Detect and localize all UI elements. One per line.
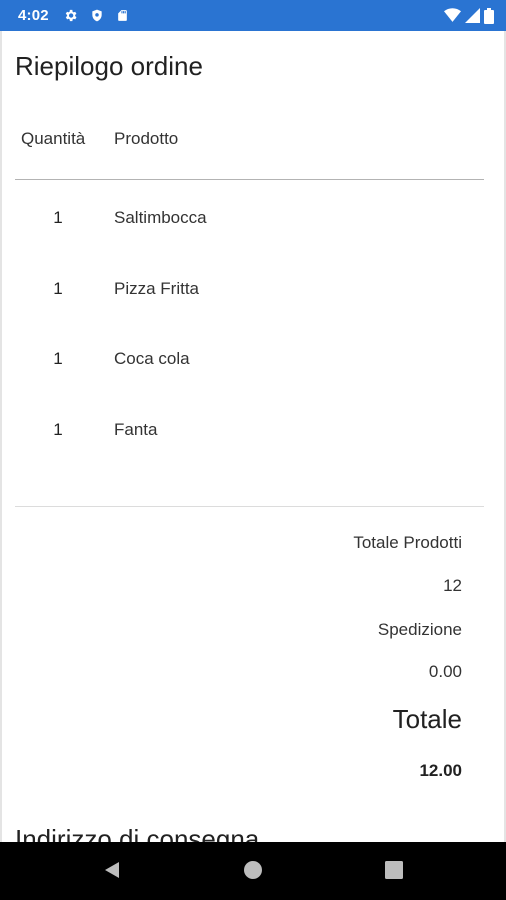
table-row: 1 Coca cola [2,349,502,379]
gear-icon [63,8,78,23]
navigation-bar [0,842,506,900]
shipping-label: Spedizione [377,620,462,639]
header-divider [15,179,484,180]
shield-icon [90,8,104,23]
status-notification-icons [63,8,129,23]
row-product-name: Fanta [114,420,158,439]
recents-button[interactable] [383,860,405,884]
total-label: Totale [392,704,462,734]
table-row: 1 Pizza Fritta [2,279,502,309]
signal-icon [465,8,480,23]
row-quantity: 1 [53,420,63,439]
table-row: 1 Saltimbocca [2,208,502,238]
shipping-value: 0.00 [428,662,462,681]
delivery-address-title: Indirizzo di consegna [15,824,260,842]
row-quantity: 1 [53,349,63,368]
back-icon [102,860,122,885]
total-value: 12.00 [419,761,462,780]
table-row: 1 Fanta [2,420,502,450]
row-product-name: Coca cola [114,349,190,368]
row-product-name: Saltimbocca [114,208,207,227]
products-total-value: 12 [443,576,462,595]
column-header-product: Prodotto [114,129,179,148]
summary-divider [15,506,484,507]
sd-card-icon [116,8,129,23]
recents-icon [385,860,403,884]
battery-icon [484,7,494,24]
row-quantity: 1 [53,208,63,227]
home-button[interactable] [242,860,264,885]
wifi-icon [444,8,461,23]
status-time: 4:02 [18,7,49,24]
status-bar: 4:02 [0,0,506,31]
row-product-name: Pizza Fritta [114,279,200,298]
status-system-icons [444,7,494,24]
order-summary-screen[interactable]: Riepilogo ordine Quantità Prodotto 1 Sal… [0,31,506,842]
row-quantity: 1 [53,279,63,298]
column-header-quantity: Quantità [21,129,86,148]
products-total-label: Totale Prodotti [353,533,462,552]
home-icon [243,860,263,885]
back-button[interactable] [101,861,123,883]
page-title: Riepilogo ordine [15,51,203,81]
